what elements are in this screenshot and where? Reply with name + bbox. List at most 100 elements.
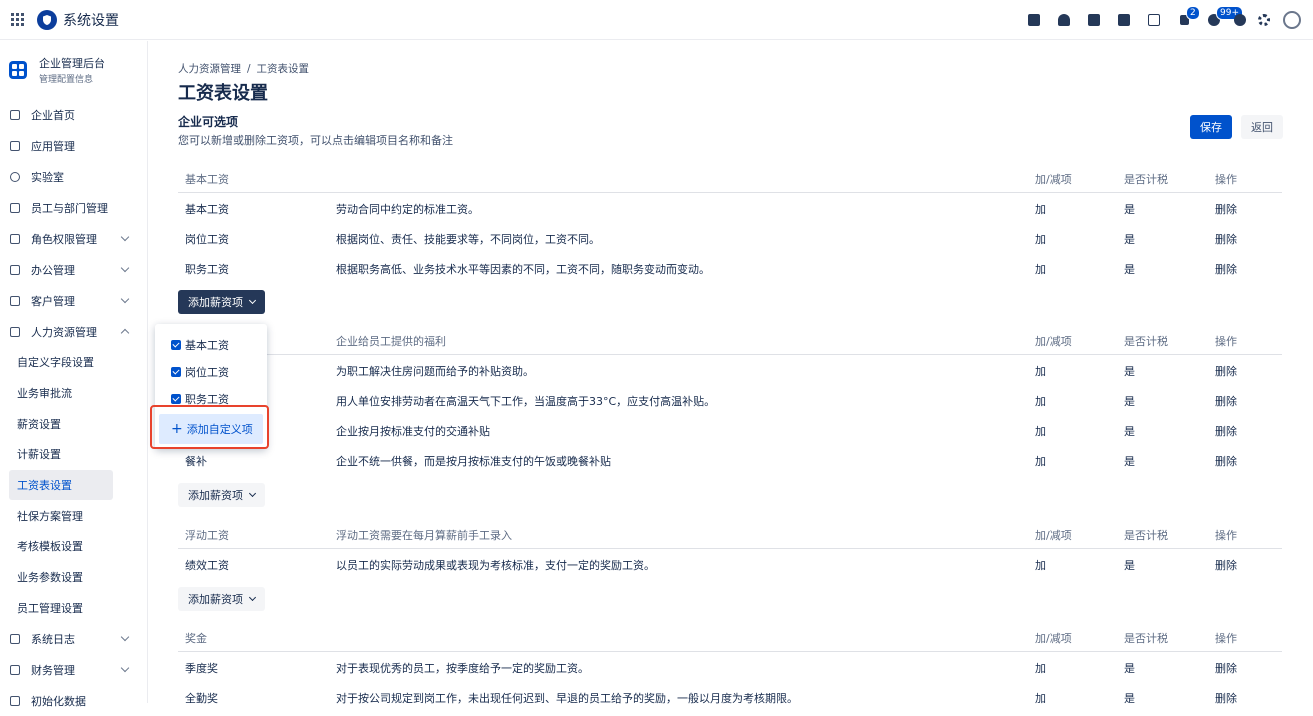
- dashboard-icon: [9, 61, 27, 79]
- breadcrumb-current: 工资表设置: [256, 63, 310, 75]
- sidebar-item-label: 系统日志: [31, 632, 75, 646]
- table-row: 职务工资 根据职务高低、业务技术水平等因素的不同，工资不同，随职务变动而变动。 …: [185, 261, 1237, 277]
- top-icons: 2 99+: [1019, 0, 1307, 40]
- sidebar-item-staff[interactable]: 员工与部门管理: [0, 192, 147, 223]
- people-icon: [10, 202, 20, 213]
- sidebar-item-init-data[interactable]: 初始化数据: [0, 685, 147, 716]
- delete-button[interactable]: 删除: [1215, 690, 1237, 706]
- sidebar-item-label: 员工与部门管理: [31, 201, 108, 215]
- flag-badge: 2: [1186, 6, 1200, 20]
- sidebar-subitem-salary-settings[interactable]: 薪资设置: [0, 408, 147, 439]
- task-check-icon[interactable]: [1019, 0, 1049, 40]
- sidebar-subitem-approval-flow[interactable]: 业务审批流: [0, 378, 147, 409]
- sidebar-item-label: 角色权限管理: [31, 232, 97, 246]
- app-switcher-icon[interactable]: [11, 12, 25, 27]
- top-bar: 系统设置 2 99+: [0, 0, 1313, 40]
- lightbulb-icon: [10, 171, 20, 182]
- delete-button[interactable]: 删除: [1215, 423, 1237, 439]
- help-icon[interactable]: [1229, 0, 1251, 40]
- delete-button[interactable]: 删除: [1215, 557, 1237, 573]
- salary-group-basic: 基本工资 加/减项 是否计税 操作 基本工资 劳动合同中约定的标准工资。 加 是…: [178, 163, 1282, 283]
- sidebar-item-label: 企业首页: [31, 108, 75, 122]
- home-icon: [10, 109, 20, 120]
- delete-button[interactable]: 删除: [1215, 201, 1237, 217]
- checkbox-checked-icon[interactable]: [171, 366, 181, 377]
- sidebar-item-label: 人力资源管理: [31, 325, 97, 339]
- delete-button[interactable]: 删除: [1215, 453, 1237, 469]
- delete-button[interactable]: 删除: [1215, 261, 1237, 277]
- sidebar-item-lab[interactable]: 实验室: [0, 161, 147, 192]
- app-title: 系统设置: [63, 12, 119, 29]
- table-row: 岗位工资 根据岗位、责任、技能要求等，不同岗位，工资不同。 加 是 删除: [185, 231, 1237, 247]
- table-row: 为职工解决住房问题而给予的补贴资助。 加 是 删除: [336, 363, 1237, 379]
- table-row: 企业按月按标准支付的交通补贴 加 是 删除: [336, 423, 1237, 439]
- table-row: 餐补 企业不统一供餐，而是按月按标准支付的午饭或晚餐补贴 加 是 删除: [185, 453, 1237, 469]
- table-row: 季度奖 对于表现优秀的员工，按季度给予一定的奖励工资。 加 是 删除: [185, 660, 1237, 676]
- sidebar-subitem-employee-settings[interactable]: 员工管理设置: [0, 593, 147, 624]
- document-icon[interactable]: [1079, 0, 1109, 40]
- sidebar-item-roles[interactable]: 角色权限管理: [0, 223, 147, 254]
- sidebar-item-apps[interactable]: 应用管理: [0, 130, 147, 161]
- save-button[interactable]: 保存: [1190, 115, 1232, 139]
- delete-button[interactable]: 删除: [1215, 363, 1237, 379]
- delete-button[interactable]: 删除: [1215, 393, 1237, 409]
- gear-icon[interactable]: [1251, 0, 1277, 40]
- dropdown-option-position-salary[interactable]: 岗位工资: [155, 358, 267, 385]
- table-row: 全勤奖 对于按公司规定到岗工作，未出现任何迟到、早退的员工给予的奖励，一般以月度…: [185, 690, 1237, 706]
- sidebar-subitem-business-params[interactable]: 业务参数设置: [0, 562, 147, 593]
- sidebar-subitem-assessment-templates[interactable]: 考核模板设置: [0, 531, 147, 562]
- sidebar-subitem-custom-fields[interactable]: 自定义字段设置: [0, 347, 147, 378]
- sidebar-item-label: 应用管理: [31, 139, 75, 153]
- dropdown-option-basic-salary[interactable]: 基本工资: [155, 331, 267, 358]
- contacts-icon: [10, 295, 20, 306]
- phone-icon[interactable]: [1109, 0, 1139, 40]
- sidebar-item-label: 客户管理: [31, 294, 75, 308]
- breadcrumb-separator: /: [247, 63, 251, 75]
- avatar[interactable]: [1277, 0, 1307, 40]
- highlight-box: [150, 405, 269, 449]
- chevron-down-icon: [248, 489, 257, 498]
- sidebar-item-label: 初始化数据: [31, 694, 86, 708]
- delete-button[interactable]: 删除: [1215, 231, 1237, 247]
- apps-icon: [10, 140, 20, 151]
- sidebar-item-label: 财务管理: [31, 663, 75, 677]
- calendar-icon[interactable]: [1139, 0, 1169, 40]
- sidebar-header-subtitle: 管理配置信息: [39, 75, 94, 85]
- back-button[interactable]: 返回: [1241, 115, 1283, 139]
- chevron-down-icon: [120, 632, 130, 642]
- table-row: 用人单位安排劳动者在高温天气下工作，当温度高于33°C，应支付高温补贴。 加 是…: [336, 393, 1237, 409]
- sidebar-item-hr[interactable]: 人力资源管理: [0, 316, 147, 347]
- briefcase-icon: [10, 264, 20, 275]
- sidebar-item-label: 实验室: [31, 170, 64, 184]
- checkbox-checked-icon[interactable]: [171, 393, 181, 404]
- salary-group-benefits: 企业给员工提供的福利 加/减项 是否计税 操作 为职工解决住房问题而给予的补贴资…: [178, 325, 1282, 475]
- chevron-down-icon: [120, 263, 130, 273]
- sidebar-item-office[interactable]: 办公管理: [0, 254, 147, 285]
- table-header: 奖金 加/减项 是否计税 操作: [178, 622, 1282, 652]
- chevron-up-icon: [120, 328, 130, 338]
- brand-logo: [37, 9, 57, 30]
- add-salary-item-button[interactable]: 添加薪资项: [178, 587, 265, 611]
- add-salary-item-button[interactable]: 添加薪资项: [178, 290, 265, 314]
- checkbox-checked-icon[interactable]: [171, 339, 181, 350]
- section-title: 企业可选项: [178, 115, 239, 129]
- sidebar-subitem-social-security[interactable]: 社保方案管理: [0, 500, 147, 531]
- sidebar-header[interactable]: 企业管理后台 管理配置信息: [0, 41, 147, 99]
- sidebar-item-home[interactable]: 企业首页: [0, 99, 147, 130]
- flag-icon[interactable]: 2: [1169, 0, 1200, 40]
- sidebar-subitem-payslip-settings[interactable]: 工资表设置: [9, 469, 113, 501]
- delete-button[interactable]: 删除: [1215, 660, 1237, 676]
- bell-icon[interactable]: 99+: [1199, 0, 1243, 40]
- sidebar-subitem-payroll-settings[interactable]: 计薪设置: [0, 439, 147, 470]
- sidebar-item-label: 办公管理: [31, 263, 75, 277]
- breadcrumb-hr[interactable]: 人力资源管理: [178, 63, 241, 75]
- chevron-down-icon: [248, 593, 257, 602]
- user-icon[interactable]: [1049, 0, 1079, 40]
- sidebar-item-finance[interactable]: 财务管理: [0, 654, 147, 685]
- sidebar-item-customers[interactable]: 客户管理: [0, 285, 147, 316]
- sidebar-item-system-log[interactable]: 系统日志: [0, 623, 147, 654]
- table-row: 基本工资 劳动合同中约定的标准工资。 加 是 删除: [185, 201, 1237, 217]
- shield-icon: [43, 14, 51, 25]
- add-salary-item-button[interactable]: 添加薪资项: [178, 483, 265, 507]
- database-icon: [10, 695, 20, 706]
